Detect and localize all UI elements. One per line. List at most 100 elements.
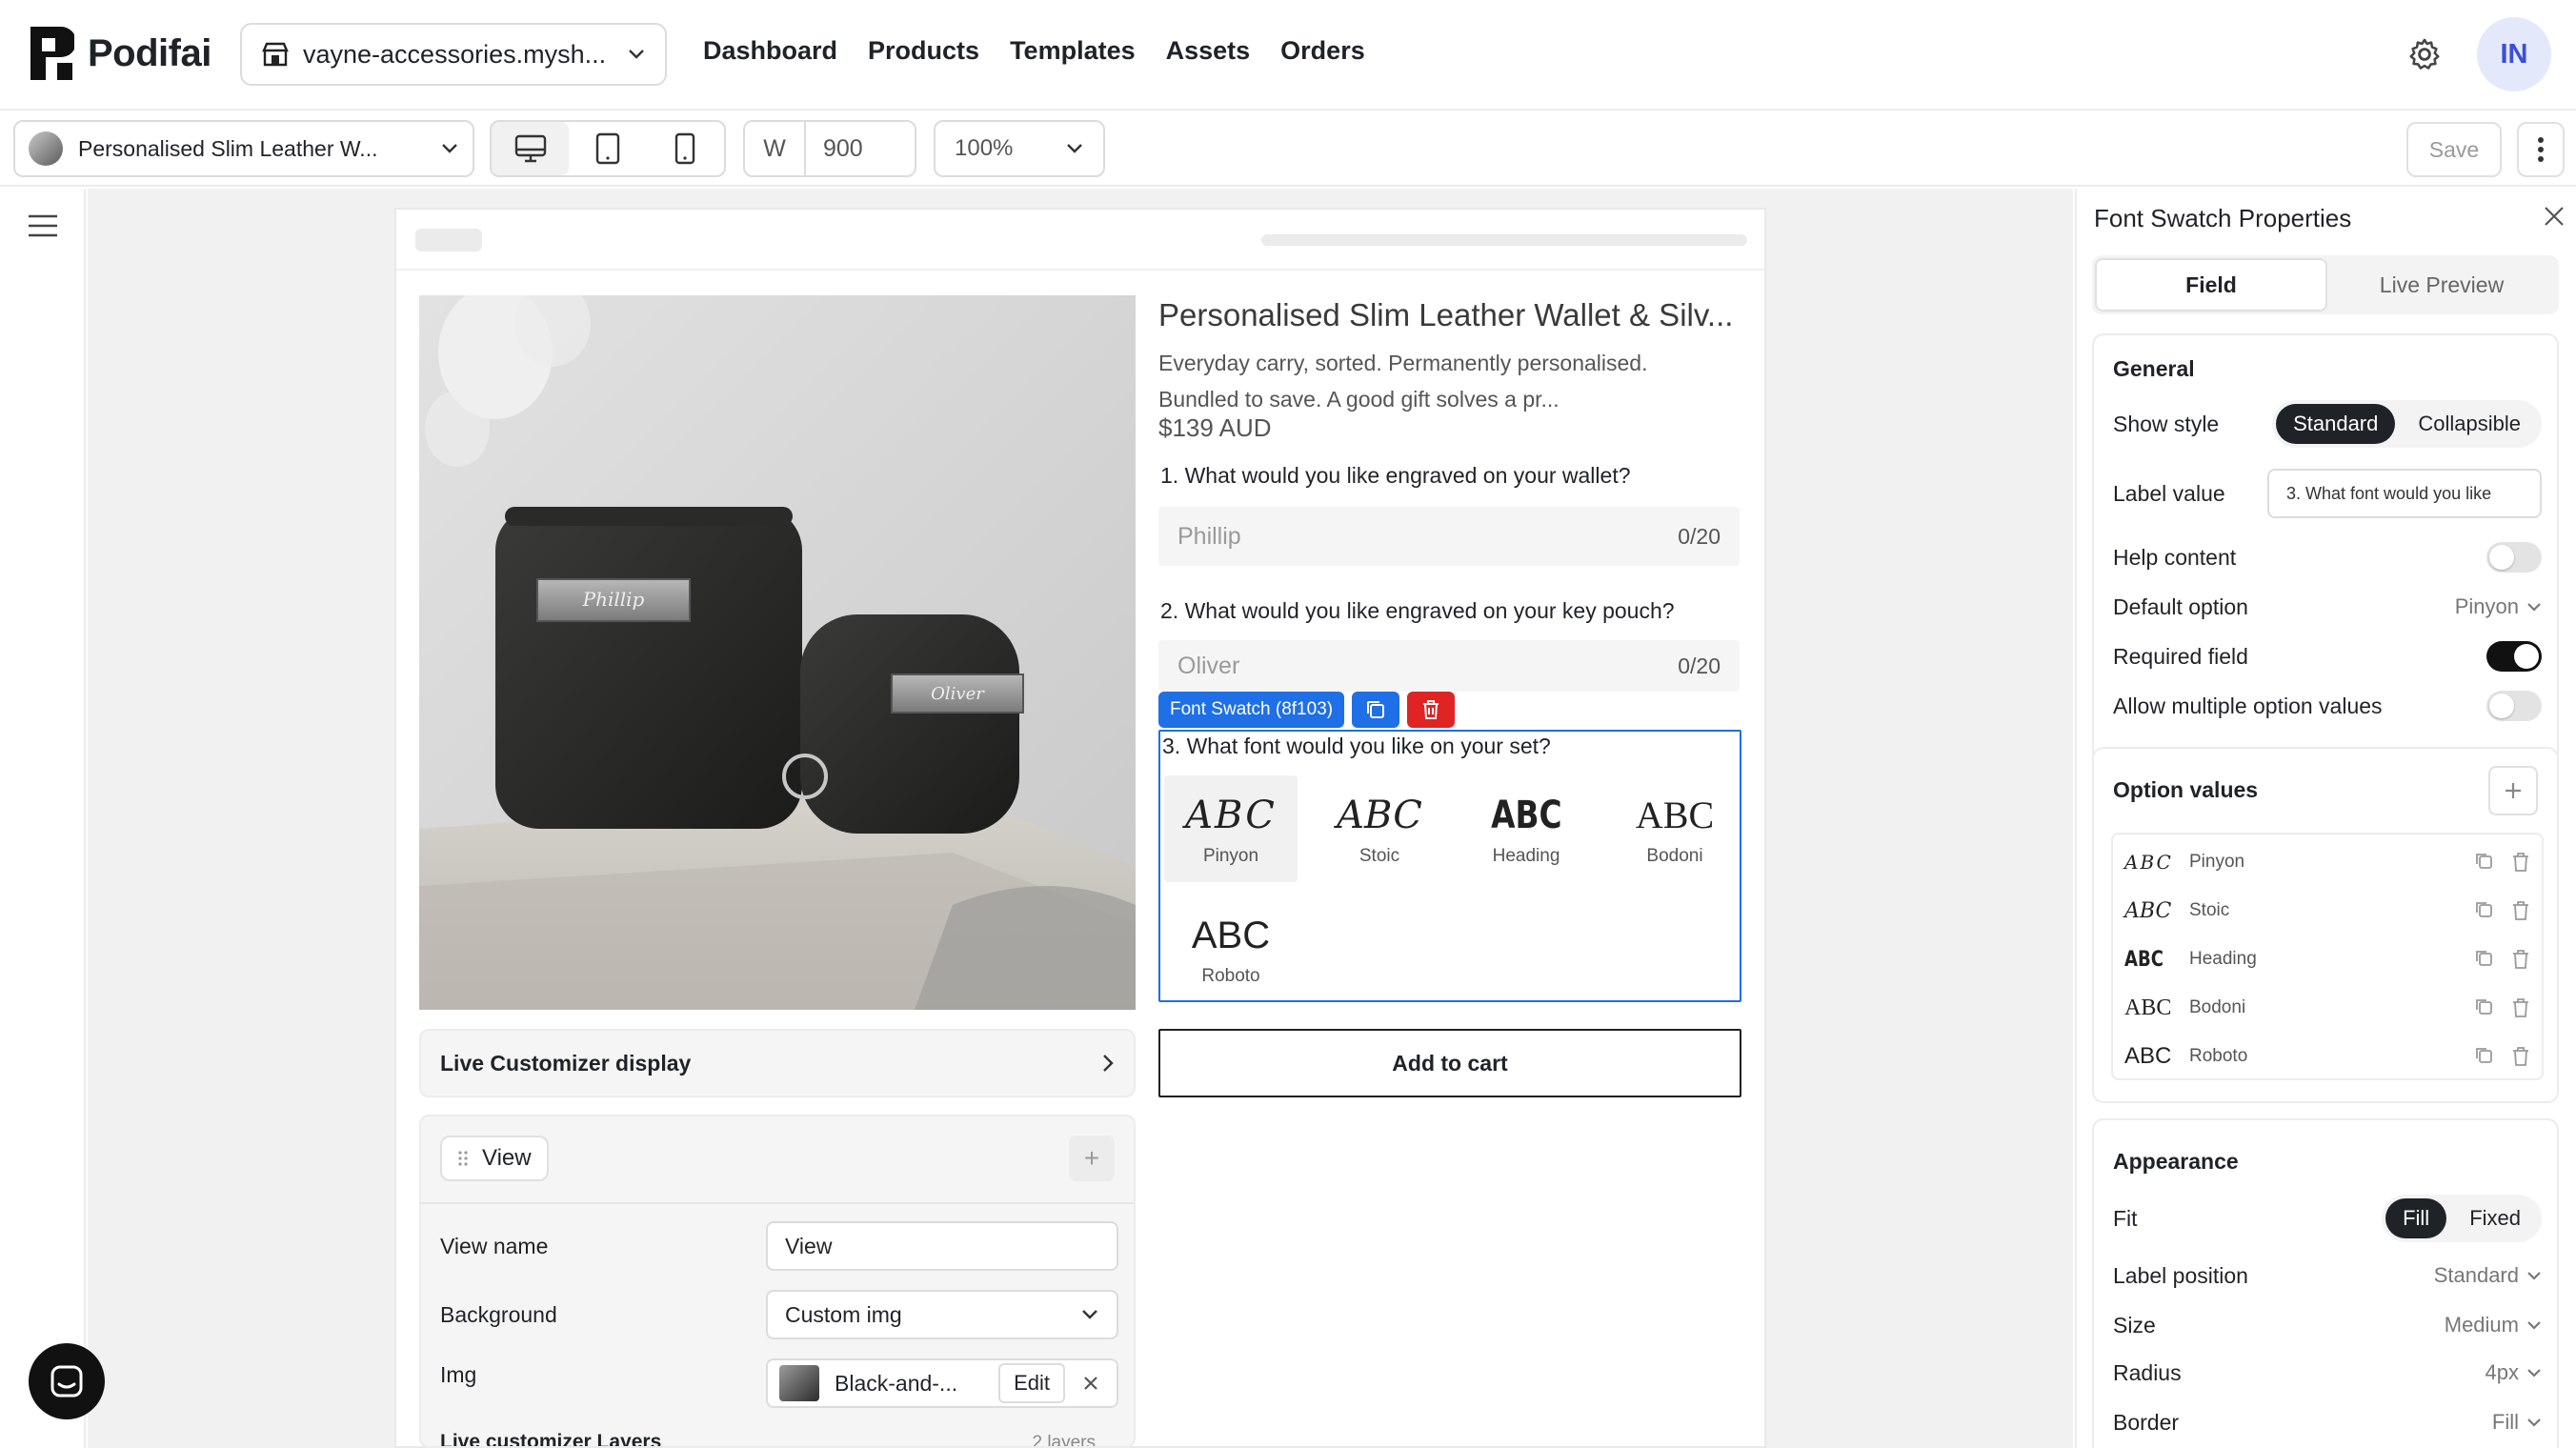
swatch-roboto[interactable]: ABC Roboto	[1164, 895, 1298, 1002]
main-nav: Dashboard Products Templates Assets Orde…	[703, 36, 1365, 66]
width-label: W	[745, 122, 806, 175]
tab-field[interactable]: Field	[2095, 258, 2327, 312]
view-chip[interactable]: View	[440, 1136, 549, 1181]
tab-live-preview[interactable]: Live Preview	[2327, 258, 2556, 312]
allow-multiple-toggle[interactable]	[2486, 691, 2542, 721]
chat-support-button[interactable]	[29, 1343, 105, 1419]
swatch-stoic[interactable]: ABC Stoic	[1313, 775, 1446, 882]
help-content-label: Help content	[2113, 544, 2237, 570]
width-value[interactable]: 900	[806, 122, 915, 175]
swatch-glyph: ABC	[1635, 794, 1715, 836]
swatch-name: Stoic	[1358, 846, 1400, 866]
background-select[interactable]: Custom img	[766, 1290, 1118, 1339]
nav-orders[interactable]: Orders	[1280, 36, 1365, 66]
fit-fill[interactable]: Fill	[2385, 1198, 2447, 1238]
radius-select[interactable]: 4px	[2485, 1360, 2542, 1385]
show-style-collapsible[interactable]: Collapsible	[2401, 404, 2538, 444]
add-to-cart-button[interactable]: Add to cart	[1158, 1029, 1741, 1097]
option-values-heading: Option values	[2113, 777, 2259, 802]
fit-row: Fit Fill Fixed	[2113, 1195, 2542, 1242]
question-3-label: 3. What font would you like on your set?	[1162, 734, 1551, 758]
nav-products[interactable]: Products	[868, 36, 979, 66]
save-button[interactable]: Save	[2406, 122, 2502, 177]
swatch-glyph: ABC	[1337, 794, 1422, 837]
store-selector[interactable]: vayne-accessories.mysh...	[240, 23, 667, 86]
label-value-input[interactable]: 3. What font would you like	[2267, 469, 2542, 518]
allow-multiple-row: Allow multiple option values	[2113, 682, 2542, 730]
store-name: vayne-accessories.mysh...	[303, 39, 607, 69]
option-values-list: ABC Pinyon ABC Stoic ABC Heading ABC Bod…	[2111, 833, 2544, 1080]
fit-fixed[interactable]: Fixed	[2452, 1198, 2538, 1238]
swatch-name: Pinyon	[1202, 846, 1259, 866]
option-value-pinyon[interactable]: ABC Pinyon	[2113, 838, 2542, 886]
live-customizer-display[interactable]: Live Customizer display	[419, 1029, 1136, 1097]
view-name-input[interactable]: View	[766, 1221, 1118, 1271]
app-logo[interactable]: Podifai	[29, 25, 211, 82]
border-value: Fill	[2491, 1410, 2519, 1434]
copy-icon[interactable]	[2475, 1046, 2494, 1065]
border-select[interactable]: Fill	[2492, 1410, 2542, 1435]
img-field: Black-and-... Edit	[766, 1358, 1118, 1408]
trash-icon[interactable]	[2511, 949, 2530, 970]
copy-icon[interactable]	[2475, 900, 2494, 919]
copy-icon[interactable]	[2475, 852, 2494, 871]
option-value-heading[interactable]: ABC Heading	[2113, 935, 2542, 983]
canvas-width-input[interactable]: W 900	[743, 120, 916, 177]
mobile-view-button[interactable]	[647, 122, 724, 175]
option-glyph: ABC	[2124, 947, 2163, 972]
swatch-pinyon[interactable]: ABC Pinyon	[1164, 775, 1298, 882]
option-value-bodoni[interactable]: ABC Bodoni	[2113, 984, 2542, 1032]
close-icon[interactable]	[1082, 1375, 1099, 1392]
zoom-select[interactable]: 100%	[934, 120, 1105, 177]
radius-value: 4px	[2485, 1360, 2519, 1384]
trash-icon[interactable]	[2511, 852, 2530, 873]
copy-icon[interactable]	[2475, 949, 2494, 968]
close-icon[interactable]	[2542, 204, 2566, 229]
required-field-toggle[interactable]	[2486, 641, 2542, 672]
option-name: Bodoni	[2189, 997, 2246, 1017]
option-glyph: ABC	[2124, 851, 2173, 874]
gear-icon[interactable]	[2406, 36, 2443, 72]
product-price: $139 AUD	[1158, 413, 1272, 442]
edit-img-button[interactable]: Edit	[998, 1363, 1065, 1403]
font-swatch-field[interactable]: 3. What font would you like on your set?…	[1158, 730, 1741, 1002]
trash-icon[interactable]	[2511, 900, 2530, 921]
trash-icon[interactable]	[2511, 997, 2530, 1018]
option-value-stoic[interactable]: ABC Stoic	[2113, 887, 2542, 935]
product-selector[interactable]: Personalised Slim Leather W...	[13, 120, 474, 177]
size-select[interactable]: Medium	[2445, 1313, 2542, 1337]
delete-block-button[interactable]	[1407, 692, 1456, 728]
header-placeholder	[415, 229, 482, 251]
keypouch-engraving-input[interactable]: Oliver 0/20	[1158, 640, 1740, 692]
nav-dashboard[interactable]: Dashboard	[703, 36, 837, 66]
view-name-label: View name	[440, 1233, 549, 1258]
duplicate-block-button[interactable]	[1352, 692, 1400, 728]
swatch-heading[interactable]: ABC Heading	[1459, 775, 1593, 882]
user-avatar[interactable]: IN	[2477, 17, 2551, 91]
border-label: Border	[2113, 1409, 2180, 1435]
desktop-view-button[interactable]	[492, 122, 570, 175]
option-value-roboto[interactable]: ABC Roboto	[2113, 1033, 2542, 1080]
label-position-select[interactable]: Standard	[2434, 1263, 2542, 1288]
show-style-standard[interactable]: Standard	[2276, 404, 2396, 444]
more-options-button[interactable]	[2517, 122, 2565, 177]
copy-icon[interactable]	[2475, 997, 2494, 1016]
selected-block-toolbar: Font Swatch (8f103)	[1158, 692, 1456, 728]
panel-title: Font Swatch Properties	[2094, 204, 2352, 232]
selected-block-tag[interactable]: Font Swatch (8f103)	[1158, 692, 1345, 728]
trash-icon[interactable]	[2511, 1046, 2530, 1067]
add-option-value-button[interactable]	[2488, 766, 2538, 815]
label-position-label: Label position	[2113, 1262, 2248, 1288]
nav-templates[interactable]: Templates	[1010, 36, 1136, 66]
default-option-select[interactable]: Pinyon	[2455, 594, 2542, 619]
img-label: Img	[440, 1362, 477, 1387]
wallet-engraving-input[interactable]: Phillip 0/20	[1158, 507, 1740, 566]
app-name: Podifai	[88, 31, 211, 74]
tablet-view-button[interactable]	[569, 122, 646, 175]
swatch-bodoni[interactable]: ABC Bodoni	[1608, 775, 1741, 882]
help-content-toggle[interactable]	[2486, 542, 2542, 573]
option-glyph: ABC	[2124, 995, 2172, 1020]
nav-assets[interactable]: Assets	[1166, 36, 1251, 66]
add-view-button[interactable]: +	[1069, 1136, 1115, 1181]
menu-icon[interactable]	[27, 213, 59, 238]
